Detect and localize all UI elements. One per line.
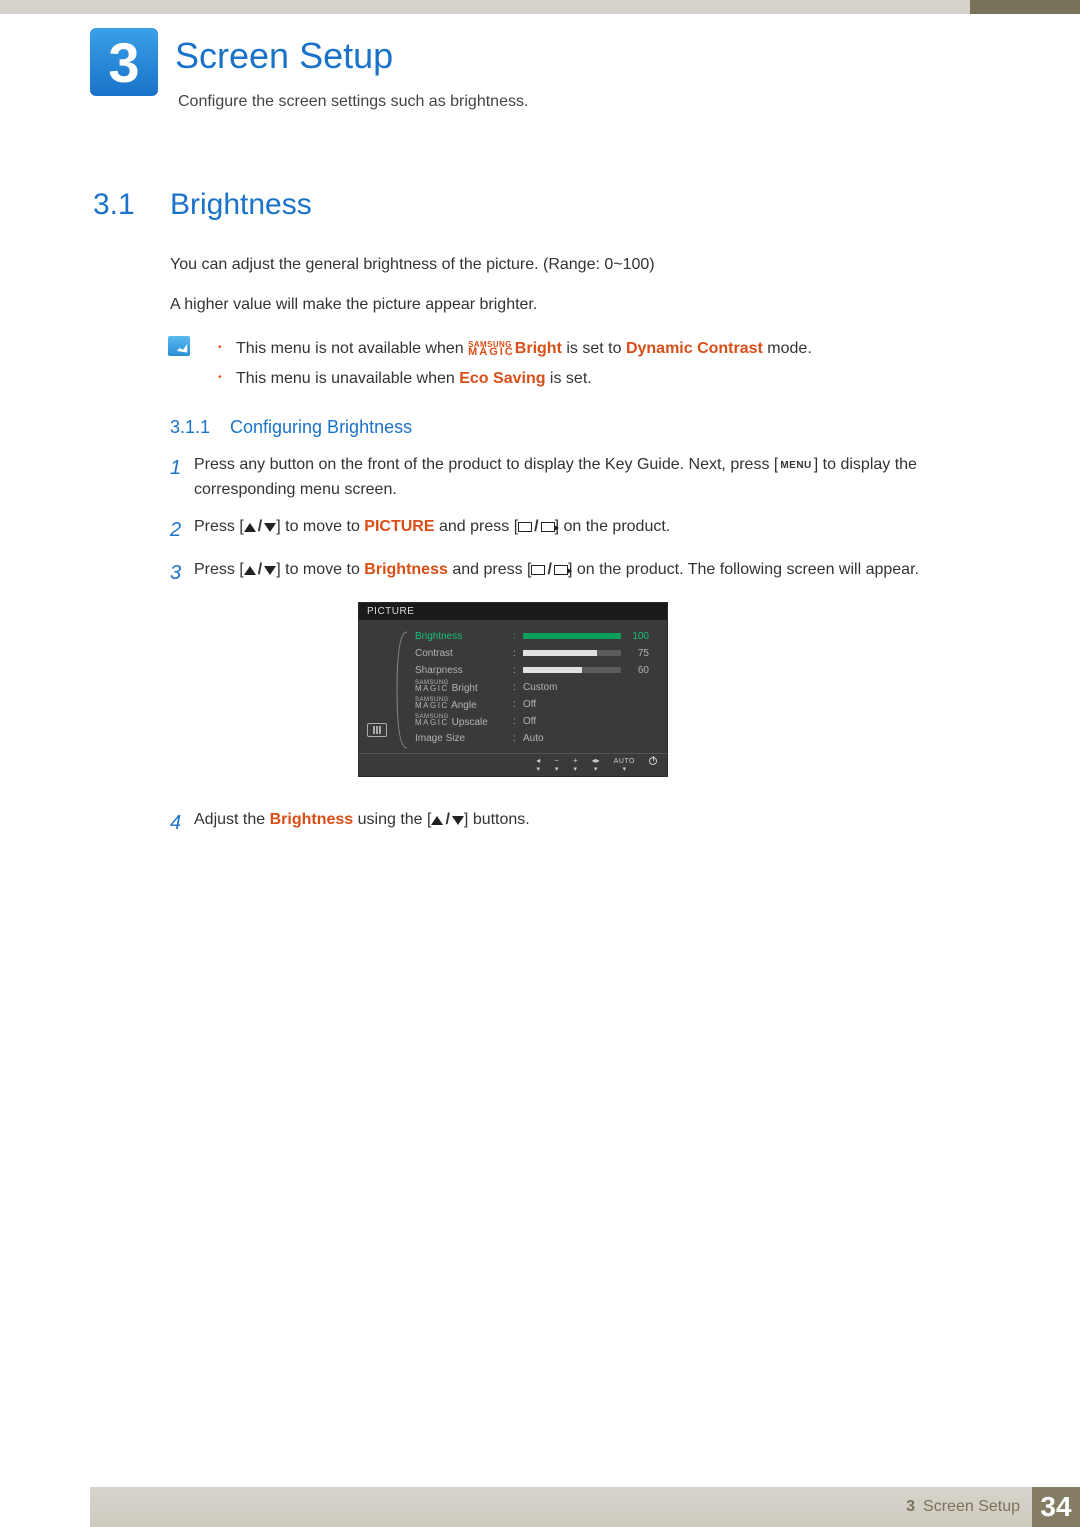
step-item: 4 Adjust the Brightness using the [/] bu… <box>170 808 965 839</box>
page-number: 34 <box>1032 1487 1080 1527</box>
osd-row: Sharpness:60 <box>415 662 657 679</box>
chapter-badge: 3 <box>90 28 158 96</box>
step-item: 3 Press [/] to move to Brightness and pr… <box>170 558 965 589</box>
subsection-number: 3.1.1 <box>170 417 210 438</box>
note-icon <box>168 336 190 356</box>
paragraph: A higher value will make the picture app… <box>170 294 965 316</box>
osd-screenshot: PICTURE Brightness:100Contrast:75Sharpne… <box>358 602 668 777</box>
note-item: This menu is not available when SAMSUNGM… <box>218 336 965 362</box>
page: 3 Screen Setup Configure the screen sett… <box>0 0 1080 1527</box>
osd-row: Brightness:100 <box>415 628 657 645</box>
page-footer: 3 Screen Setup 34 <box>0 1487 1080 1527</box>
source-icon <box>554 565 568 575</box>
footer-chapter-title: Screen Setup <box>923 1498 1020 1516</box>
note-list: This menu is not available when SAMSUNGM… <box>218 336 965 395</box>
menu-key-icon: MENU <box>778 457 813 475</box>
steps-list: 1 Press any button on the front of the p… <box>170 453 965 601</box>
note-item: This menu is unavailable when Eco Saving… <box>218 366 965 392</box>
osd-side-icon <box>365 628 389 747</box>
osd-row: SAMSUNGMAGIC Upscale:Off <box>415 713 657 730</box>
footer-chapter-num: 3 <box>906 1498 915 1516</box>
osd-header: PICTURE <box>359 603 667 620</box>
section-number: 3.1 <box>93 188 135 222</box>
down-arrow-icon <box>264 566 276 575</box>
section-title: Brightness <box>170 188 312 222</box>
osd-row: Image Size:Auto <box>415 730 657 747</box>
enter-icon <box>518 522 532 532</box>
enter-icon <box>531 565 545 575</box>
down-arrow-icon <box>452 816 464 825</box>
osd-row: SAMSUNGMAGIC Angle:Off <box>415 696 657 713</box>
power-icon <box>649 757 657 765</box>
chapter-subtitle: Configure the screen settings such as br… <box>178 93 528 111</box>
paragraph: You can adjust the general brightness of… <box>170 254 965 276</box>
top-accent-bar <box>0 0 1080 14</box>
up-arrow-icon <box>431 816 443 825</box>
subsection-title: Configuring Brightness <box>230 417 412 438</box>
osd-footer: ◂▾ −▾ +▾ ◂▸▾ AUTO▾ ▾ <box>359 753 667 776</box>
step-item: 1 Press any button on the front of the p… <box>170 453 965 503</box>
up-arrow-icon <box>244 566 256 575</box>
osd-row: Contrast:75 <box>415 645 657 662</box>
chapter-title: Screen Setup <box>175 35 393 77</box>
down-arrow-icon <box>264 523 276 532</box>
source-icon <box>541 522 555 532</box>
step-item: 2 Press [/] to move to PICTURE and press… <box>170 515 965 546</box>
osd-bracket-icon <box>395 628 409 747</box>
up-arrow-icon <box>244 523 256 532</box>
osd-row: SAMSUNGMAGIC Bright:Custom <box>415 679 657 696</box>
